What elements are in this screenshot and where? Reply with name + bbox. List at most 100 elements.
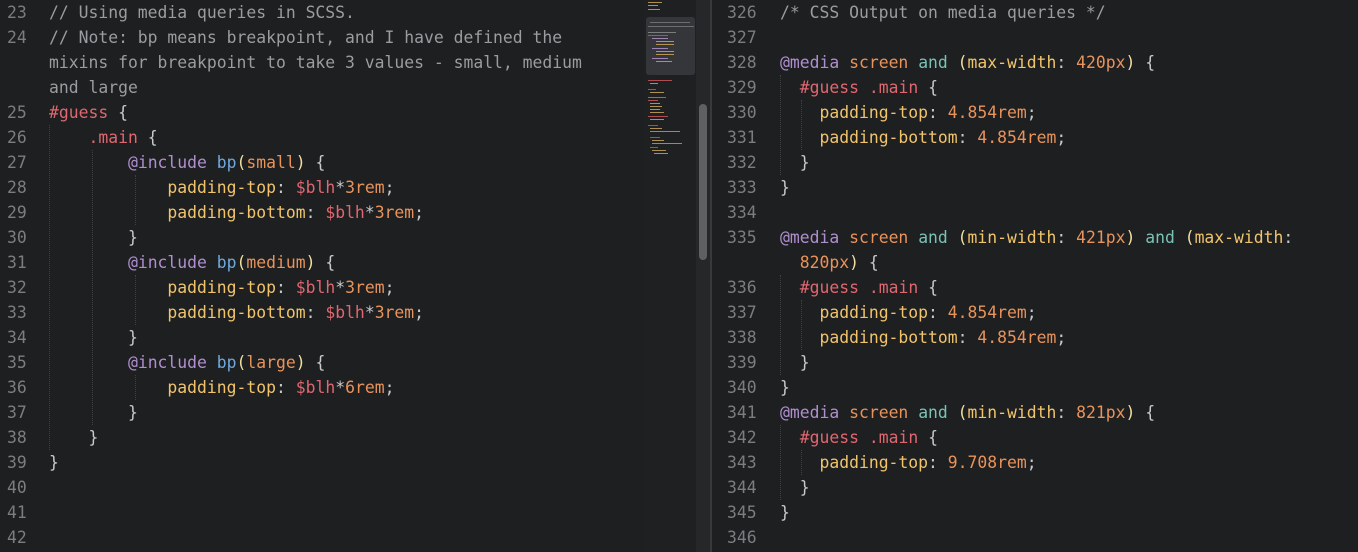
code-line[interactable]: 339 } bbox=[713, 350, 1358, 375]
code-line[interactable]: 30 } bbox=[0, 225, 696, 250]
code-line[interactable]: 29 padding-bottom: $blh*3rem; bbox=[0, 200, 696, 225]
code-line[interactable]: 332 } bbox=[713, 150, 1358, 175]
code-line[interactable]: 25 #guess { bbox=[0, 100, 696, 125]
token: } bbox=[127, 228, 138, 247]
code-line[interactable]: 38 } bbox=[0, 425, 696, 450]
token: } bbox=[49, 453, 59, 472]
code-line[interactable]: 328 @media screen and (max-width: 420px) … bbox=[713, 50, 1358, 75]
token: padding-top bbox=[167, 278, 276, 297]
token: @include bbox=[127, 353, 207, 372]
code-line[interactable]: and large bbox=[0, 75, 696, 100]
minimap-line bbox=[648, 125, 658, 126]
line-number: 338 bbox=[727, 328, 757, 347]
code-text: padding-bottom: $blh*3rem; bbox=[49, 300, 424, 325]
minimap-line bbox=[654, 153, 668, 154]
code-line[interactable]: 31 @include bp(medium) { bbox=[0, 250, 696, 275]
code-text: padding-bottom: $blh*3rem; bbox=[49, 200, 424, 225]
token: { bbox=[928, 278, 938, 297]
code-line[interactable]: 41 bbox=[0, 500, 696, 525]
minimap-line bbox=[650, 92, 664, 93]
scss-editor-pane[interactable]: 23 // Using media queries in SCSS. 24 // No… bbox=[0, 0, 696, 552]
token: ) bbox=[849, 253, 859, 272]
pane-divider[interactable] bbox=[710, 0, 712, 552]
code-line[interactable]: 344 } bbox=[713, 475, 1358, 500]
minimap-line bbox=[652, 150, 666, 151]
code-line[interactable]: 28 padding-top: $blh*3rem; bbox=[0, 175, 696, 200]
code-line[interactable]: 32 padding-top: $blh*3rem; bbox=[0, 275, 696, 300]
minimap-line bbox=[650, 119, 664, 120]
code-line[interactable]: 345} bbox=[713, 500, 1358, 525]
code-line[interactable]: 331 padding-bottom: 4.854rem; bbox=[713, 125, 1358, 150]
token: ( bbox=[236, 253, 247, 272]
line-number: 327 bbox=[727, 28, 757, 47]
code-line[interactable]: 326 /* CSS Output on media queries */ bbox=[713, 0, 1358, 25]
code-line[interactable]: 27 @include bp(small) { bbox=[0, 150, 696, 175]
vertical-scrollbar-thumb[interactable] bbox=[699, 104, 707, 260]
code-line[interactable]: 333} bbox=[713, 175, 1358, 200]
line-number: 334 bbox=[727, 203, 757, 222]
code-text: padding-bottom: 4.854rem; bbox=[780, 325, 1066, 350]
line-number: 37 bbox=[7, 403, 27, 422]
code-line[interactable]: 329 #guess .main { bbox=[713, 75, 1358, 100]
code-text: } bbox=[49, 400, 138, 425]
code-line[interactable]: 343 padding-top: 9.708rem; bbox=[713, 450, 1358, 475]
code-line[interactable]: 340} bbox=[713, 375, 1358, 400]
code-line[interactable]: 341 @media screen and (min-width: 821px) … bbox=[713, 400, 1358, 425]
code-line[interactable]: 35 @include bp(large) { bbox=[0, 350, 696, 375]
code-line[interactable]: 33 padding-bottom: $blh*3rem; bbox=[0, 300, 696, 325]
code-line[interactable]: 40 bbox=[0, 475, 696, 500]
code-line[interactable]: 26 .main { bbox=[0, 125, 696, 150]
minimap-line bbox=[650, 83, 658, 84]
vertical-scrollbar-track[interactable] bbox=[696, 0, 710, 552]
token: padding-bottom bbox=[167, 203, 306, 222]
indent-guide bbox=[49, 125, 50, 450]
code-line[interactable]: 330 padding-top: 4.854rem; bbox=[713, 100, 1358, 125]
code-line[interactable]: 24 // Note: bp means breakpoint, and I ha… bbox=[0, 25, 696, 50]
code-line[interactable]: mixins for breakpoint to take 3 values -… bbox=[0, 50, 696, 75]
code-line[interactable]: 820px) { bbox=[713, 250, 1358, 275]
css-output-editor-pane[interactable]: 326 /* CSS Output on media queries */ 327 3… bbox=[713, 0, 1358, 552]
code-line[interactable]: 335 @media screen and (min-width: 421px) … bbox=[713, 225, 1358, 250]
code-line[interactable]: 23 // Using media queries in SCSS. bbox=[0, 0, 696, 25]
code-line[interactable]: 346 bbox=[713, 525, 1358, 550]
token: { bbox=[315, 353, 326, 372]
line-number: 340 bbox=[727, 378, 757, 397]
code-text: // Using media queries in SCSS. bbox=[49, 0, 355, 25]
code-line[interactable]: 34 } bbox=[0, 325, 696, 350]
code-line[interactable]: 337 padding-top: 4.854rem; bbox=[713, 300, 1358, 325]
code-line[interactable]: 39} bbox=[0, 450, 696, 475]
minimap-line bbox=[656, 54, 674, 55]
token: and bbox=[918, 53, 948, 72]
token: ; bbox=[384, 178, 395, 197]
token: .main bbox=[868, 78, 919, 97]
code-line[interactable]: 42 bbox=[0, 525, 696, 550]
token: @include bbox=[127, 153, 207, 172]
code-line[interactable]: 338 padding-bottom: 4.854rem; bbox=[713, 325, 1358, 350]
code-line[interactable]: 37 } bbox=[0, 400, 696, 425]
code-line[interactable]: 36 padding-top: $blh*6rem; bbox=[0, 375, 696, 400]
scss-code-lines: 23 // Using media queries in SCSS. 24 // No… bbox=[0, 0, 696, 550]
code-line[interactable]: 342 #guess .main { bbox=[713, 425, 1358, 450]
code-text: padding-bottom: 4.854rem; bbox=[780, 125, 1066, 150]
code-text: #guess { bbox=[49, 100, 128, 125]
token: mixins for breakpoint to take 3 values -… bbox=[49, 53, 582, 72]
code-line[interactable]: 334 bbox=[713, 200, 1358, 225]
token: // Using media queries in SCSS. bbox=[49, 3, 355, 22]
code-line[interactable]: 336 #guess .main { bbox=[713, 275, 1358, 300]
token: } bbox=[780, 378, 790, 397]
token: small bbox=[246, 153, 296, 172]
token: { bbox=[147, 128, 158, 147]
line-number: 32 bbox=[7, 278, 27, 297]
line-number: 328 bbox=[727, 53, 757, 72]
token: ( bbox=[236, 153, 247, 172]
token: : bbox=[1056, 403, 1077, 422]
minimap-line bbox=[650, 137, 660, 138]
code-line[interactable]: 327 bbox=[713, 25, 1358, 50]
minimap-line bbox=[656, 44, 674, 45]
